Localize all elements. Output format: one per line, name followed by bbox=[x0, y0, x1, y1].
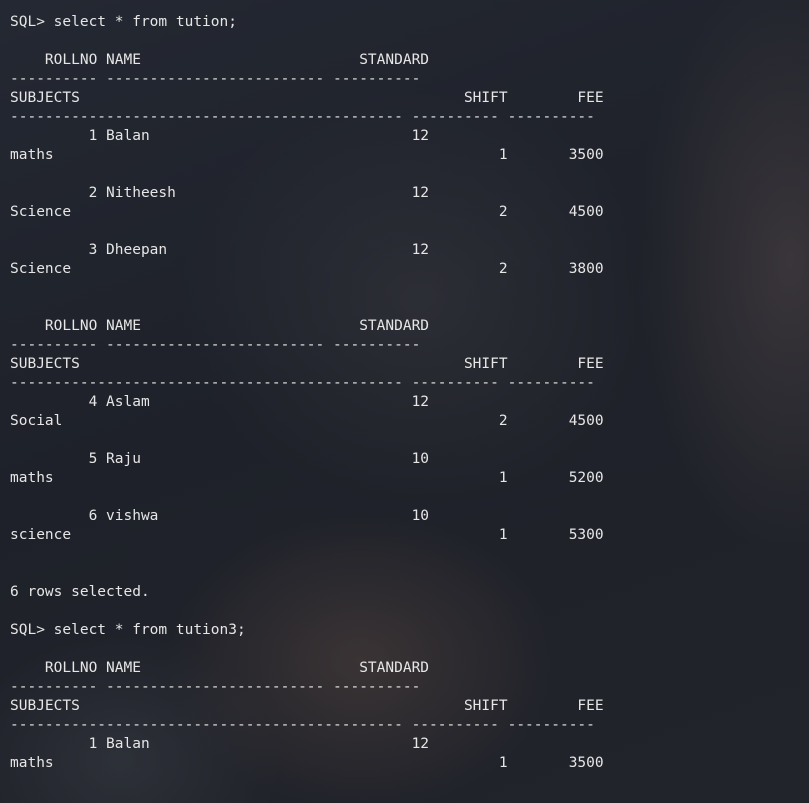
terminal-line: SUBJECTS SHIFT FEE bbox=[10, 698, 604, 714]
terminal-line: ---------- ------------------------- ---… bbox=[10, 337, 421, 353]
terminal-line: ---------- ------------------------- ---… bbox=[10, 679, 421, 695]
terminal-line: 1 Balan 12 bbox=[10, 128, 430, 144]
terminal-line: maths 1 3500 bbox=[10, 755, 604, 771]
terminal-line: ROLLNO NAME STANDARD bbox=[10, 318, 430, 334]
terminal-line: Science 2 4500 bbox=[10, 204, 604, 220]
terminal-line: ----------------------------------------… bbox=[10, 109, 595, 125]
terminal-line: SQL> select * from tution3; bbox=[10, 622, 246, 638]
terminal-line: maths 1 5200 bbox=[10, 470, 604, 486]
terminal-line: science 1 5300 bbox=[10, 527, 604, 543]
terminal-line: ---------- ------------------------- ---… bbox=[10, 71, 421, 87]
terminal-line: 6 rows selected. bbox=[10, 584, 150, 600]
terminal-line: 2 Nitheesh 12 bbox=[10, 185, 430, 201]
terminal-line: 3 Dheepan 12 bbox=[10, 242, 430, 258]
terminal-line: SQL> select * from tution; bbox=[10, 14, 237, 30]
terminal-line: Social 2 4500 bbox=[10, 413, 604, 429]
terminal-line: ----------------------------------------… bbox=[10, 717, 595, 733]
terminal-line: Science 2 3800 bbox=[10, 261, 604, 277]
terminal-line: SUBJECTS SHIFT FEE bbox=[10, 90, 604, 106]
terminal-line: SUBJECTS SHIFT FEE bbox=[10, 356, 604, 372]
terminal-line: 4 Aslam 12 bbox=[10, 394, 430, 410]
terminal-line: ROLLNO NAME STANDARD bbox=[10, 52, 430, 68]
terminal-line: 6 vishwa 10 bbox=[10, 508, 430, 524]
terminal-line: maths 1 3500 bbox=[10, 147, 604, 163]
terminal-line: 5 Raju 10 bbox=[10, 451, 430, 467]
terminal-line: ROLLNO NAME STANDARD bbox=[10, 660, 430, 676]
terminal-output[interactable]: SQL> select * from tution; ROLLNO NAME S… bbox=[0, 0, 809, 803]
terminal-line: ----------------------------------------… bbox=[10, 375, 595, 391]
terminal-line: 1 Balan 12 bbox=[10, 736, 430, 752]
